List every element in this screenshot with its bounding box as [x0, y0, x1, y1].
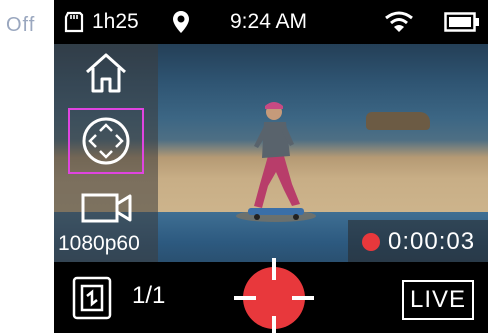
home-icon [85, 53, 127, 93]
battery-icon [444, 0, 480, 44]
wifi-icon [384, 0, 414, 44]
live-button[interactable]: LIVE [402, 280, 474, 320]
recording-indicator: 0:00:03 [348, 220, 488, 262]
sd-remaining-time: 1h25 [92, 10, 139, 33]
camera-screen: 1080p60 0:00:03 1h25 9:24 AM 1/1 LIVE [54, 0, 488, 333]
home-button[interactable] [83, 52, 129, 94]
photo-count: 1/1 [132, 282, 166, 309]
bottom-bar: 1/1 LIVE [54, 258, 488, 333]
joystick-icon [82, 117, 130, 165]
clock: 9:24 AM [230, 10, 308, 33]
video-camera-icon [81, 193, 132, 223]
video-mode-button[interactable] [80, 190, 134, 226]
shutter-button[interactable] [234, 258, 314, 333]
location-pin-icon [172, 0, 190, 44]
gallery-button[interactable] [72, 276, 112, 320]
sd-card-icon [64, 0, 84, 44]
power-state-label: Off [6, 14, 36, 36]
gallery-icon [72, 276, 112, 320]
crosshair-shutter-icon [234, 258, 314, 333]
status-bar: 1h25 9:24 AM [54, 0, 488, 44]
move-control-button[interactable] [68, 108, 144, 174]
recording-dot [362, 233, 380, 251]
camera-preview: 1080p60 0:00:03 [54, 44, 488, 262]
resolution-label[interactable]: 1080p60 [58, 232, 140, 256]
recording-timer: 0:00:03 [388, 228, 476, 255]
